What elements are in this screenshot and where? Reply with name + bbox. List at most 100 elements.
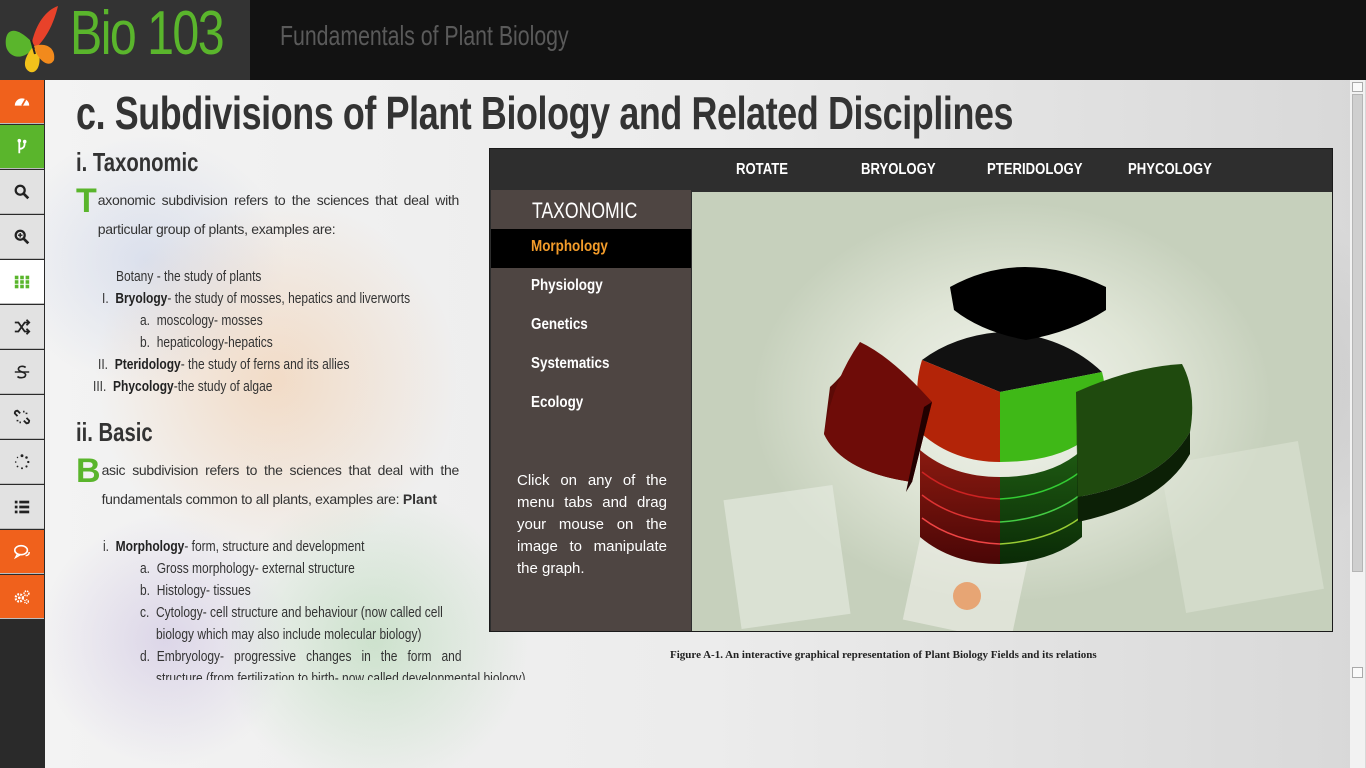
grid-icon [14,275,30,288]
item-desc: -the study of algae [173,378,273,395]
strikethrough-button[interactable] [0,350,44,394]
item-number: a. [140,312,151,329]
side-item-morphology[interactable]: Morphology [491,229,691,268]
course-subtitle: Fundamentals of Plant Biology [280,20,569,51]
unlink-button[interactable] [0,395,44,439]
side-item-physiology[interactable]: Physiology [491,268,691,307]
scroll-up-arrow-icon[interactable] [1352,82,1363,92]
spinner-button[interactable] [0,440,44,484]
item-number: b. [140,582,151,599]
comments-icon [13,544,30,559]
item-desc: Histology- tissues [156,582,251,599]
tab-phycology[interactable]: PHYCOLOGY [1128,161,1212,179]
item-number: b. [140,334,151,351]
grid-button[interactable] [0,260,44,304]
side-menu-title[interactable]: TAXONOMIC [532,198,637,224]
basic-dropcap: B [76,452,101,490]
list-item: d. Embryology- progressive changes in th… [140,648,462,665]
search-icon [14,184,30,199]
basic-intro: B asic subdivision refers to the science… [76,452,459,514]
list-item: III. Phycology-the study of algae [93,378,272,395]
course-brand[interactable]: Bio 103 [70,0,225,69]
side-item-label: Physiology [531,277,603,294]
list-item: i. Morphology- form, structure and devel… [103,538,364,555]
settings-button[interactable] [0,575,44,619]
shuffle-button[interactable] [0,305,44,349]
zoom-in-button[interactable] [0,215,44,259]
branch-button[interactable] [0,125,44,169]
item-number: i. [103,538,109,555]
basic-heading: ii. Basic [76,417,153,447]
item-desc: - form, structure and development [184,538,365,555]
item-number: II. [98,356,109,373]
item-number: III. [93,378,107,395]
list-item: II. Pteridology- the study of ferns and … [98,356,349,373]
butterfly-logo-icon [5,6,58,73]
list-item-continued: biology which may also include molecular… [156,626,422,643]
scroll-down-arrow-icon[interactable] [1352,667,1363,678]
3d-pie-graph[interactable] [692,192,1332,631]
item-desc: Embryology- progressive changes in the f… [156,648,462,665]
side-item-label: Morphology [531,238,608,255]
logo-block: Bio 103 [0,0,250,80]
graph-side-menu: TAXONOMIC Morphology Physiology Genetics… [491,190,691,631]
item-term: Bryology [115,290,168,307]
item-desc: Cytology- cell structure and behaviour (… [156,604,443,621]
item-number: I. [102,290,109,307]
list-item: a. moscology- mosses [140,312,263,329]
list-item: c. Cytology- cell structure and behaviou… [140,604,443,621]
unlink-icon [13,409,31,424]
list-item: b. hepaticology-hepatics [140,334,273,351]
tab-bryology[interactable]: BRYOLOGY [861,161,936,179]
basic-intro-bold: Plant [402,491,438,507]
taxonomic-intro: T axonomic subdivision refers to the sci… [76,182,460,244]
list-item: I. Bryology- the study of mosses, hepati… [102,290,410,307]
tab-pteridology[interactable]: PTERIDOLOGY [987,161,1082,179]
clipped-line-wrap: structure (from fertilization to birth- … [140,668,560,680]
item-term: Pteridology [114,356,181,373]
list-item: b. Histology- tissues [140,582,251,599]
side-item-ecology[interactable]: Ecology [491,385,691,424]
item-term: Phycology [113,378,174,395]
3d-graph-viewer[interactable] [692,192,1332,631]
list-item-continued: structure (from fertilization to birth- … [156,670,526,680]
comments-button[interactable] [0,530,44,574]
botany-line: Botany - the study of plants [116,268,262,285]
zoom-in-icon [14,229,30,244]
list-item: a. Gross morphology- external structure [140,560,355,577]
search-button[interactable] [0,170,44,214]
item-number: c. [140,604,150,621]
instructions-text: Click on any of the menu tabs and drag y… [517,472,667,577]
item-desc: moscology- mosses [156,312,263,329]
item-desc: hepaticology-hepatics [156,334,273,351]
taxonomic-intro-text: axonomic subdivision refers to the scien… [97,192,460,237]
tab-rotate[interactable]: ROTATE [736,161,788,179]
branch-icon [17,138,27,153]
left-rail [0,80,45,768]
side-item-label: Genetics [531,316,588,333]
item-desc: - the study of ferns and its allies [180,356,350,373]
list-button[interactable] [0,485,44,529]
item-desc: Gross morphology- external structure [156,560,355,577]
scrollbar-thumb[interactable] [1352,94,1363,572]
interactive-graph-panel: ROTATE BRYOLOGY PTERIDOLOGY PHYCOLOGY TA… [489,148,1333,632]
list-icon [14,500,30,513]
settings-icon [14,589,30,604]
strikethrough-icon [14,365,30,378]
spinner-icon [14,453,30,469]
item-desc: - the study of mosses, hepatics and live… [167,290,411,307]
taxonomic-heading: i. Taxonomic [76,147,199,177]
figure-caption: Figure A-1. An interactive graphical rep… [670,649,1097,661]
side-item-systematics[interactable]: Systematics [491,346,691,385]
dashboard-icon [14,97,30,106]
item-term: Morphology [115,538,185,555]
side-item-label: Ecology [531,394,584,411]
top-bar: Bio 103 Fundamentals of Plant Biology [0,0,1366,80]
taxonomic-dropcap: T [76,182,97,220]
page-title: c. Subdivisions of Plant Biology and Rel… [76,87,1014,139]
dashboard-button[interactable] [0,80,44,124]
shuffle-icon [14,318,31,335]
item-number: d. [140,648,151,665]
item-number: a. [140,560,151,577]
side-item-genetics[interactable]: Genetics [491,307,691,346]
